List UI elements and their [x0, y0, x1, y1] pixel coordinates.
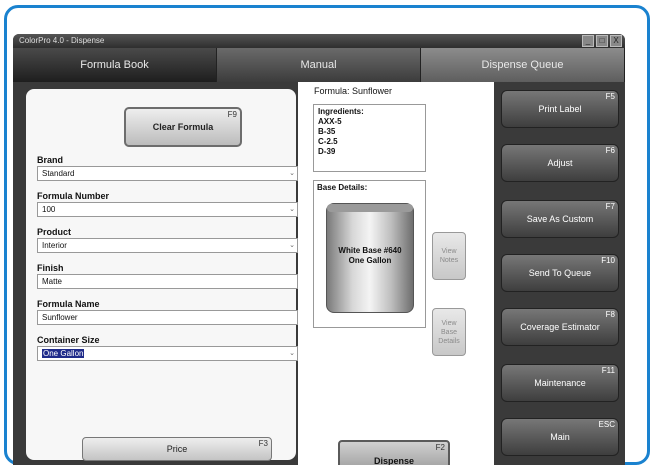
base-label: White Base #640 One Gallon [327, 246, 413, 266]
brand-label: Brand [37, 155, 64, 165]
clear-formula-label: Clear Formula [152, 122, 214, 132]
formula-number-select[interactable]: 100 ⌄ [37, 202, 298, 217]
formula-title: Formula: Sunflower [314, 86, 393, 96]
tab-dispense-queue[interactable]: Dispense Queue [421, 48, 625, 82]
ingredients-box: Ingredients: AXX-5 B-35 C-2.5 D-39 [313, 104, 426, 172]
ingredient-item: B-35 [318, 127, 336, 136]
paint-can-rim [327, 204, 413, 212]
formula-name-label: Formula Name [37, 299, 100, 309]
maintenance-button[interactable]: Maintenance F11 [501, 364, 619, 402]
product-select[interactable]: Interior ⌄ [37, 238, 298, 253]
coverage-estimator-label: Coverage Estimator [520, 322, 600, 332]
main-button[interactable]: Main ESC [501, 418, 619, 456]
dispense-hotkey: F2 [435, 443, 445, 452]
coverage-estimator-button[interactable]: Coverage Estimator F8 [501, 308, 619, 346]
product-label: Product [37, 227, 72, 237]
container-size-label: Container Size [37, 335, 100, 345]
formula-name-value: Sunflower [42, 313, 78, 322]
chevron-down-icon: ⌄ [289, 242, 295, 249]
maintenance-label: Maintenance [534, 378, 586, 388]
minimize-button[interactable]: _ [582, 35, 594, 47]
brand-value: Standard [42, 169, 75, 178]
print-label-label: Print Label [538, 104, 582, 114]
product-value: Interior [42, 241, 67, 250]
save-as-custom-label: Save As Custom [526, 214, 594, 224]
adjust-label: Adjust [547, 158, 573, 168]
formula-details-panel: Formula: Sunflower Ingredients: AXX-5 B-… [298, 82, 494, 465]
send-to-queue-button[interactable]: Send To Queue F10 [501, 254, 619, 292]
brand-select[interactable]: Standard ⌄ [37, 166, 298, 181]
clear-formula-hotkey: F9 [227, 110, 237, 119]
send-to-queue-label: Send To Queue [528, 268, 592, 278]
coverage-estimator-hotkey: F8 [605, 310, 615, 319]
window-controls: _ □ X [582, 35, 622, 47]
formula-form-panel: Clear Formula F9 Brand Standard ⌄ Formul… [24, 87, 298, 462]
formula-name-field[interactable]: Sunflower [37, 310, 298, 325]
title-bar: ColorPro 4.0 - Dispense _ □ X [13, 34, 625, 48]
finish-field[interactable]: Matte [37, 274, 298, 289]
paint-can-image: White Base #640 One Gallon [326, 203, 414, 313]
formula-number-label: Formula Number [37, 191, 110, 201]
base-details-title: Base Details: [317, 183, 368, 192]
container-size-select[interactable]: One Gallon ⌄ [37, 346, 298, 361]
view-base-details-button[interactable]: View Base Details [432, 308, 466, 356]
container-size-value: One Gallon [42, 349, 85, 358]
ingredient-item: D-39 [318, 147, 336, 156]
dispense-label: Dispense [373, 456, 415, 465]
tab-manual[interactable]: Manual [217, 48, 421, 82]
send-to-queue-hotkey: F10 [601, 256, 615, 265]
maximize-button[interactable]: □ [596, 35, 608, 47]
maintenance-hotkey: F11 [601, 366, 615, 375]
window-title: ColorPro 4.0 - Dispense [19, 36, 105, 45]
price-button[interactable]: Price F3 [82, 437, 272, 461]
ingredient-item: C-2.5 [318, 137, 338, 146]
main-tabs: Formula Book Manual Dispense Queue [13, 48, 625, 82]
formula-number-value: 100 [42, 205, 56, 214]
adjust-hotkey: F6 [605, 146, 615, 155]
finish-value: Matte [42, 277, 63, 286]
ingredients-title: Ingredients: [318, 107, 364, 116]
main-label: Main [550, 432, 570, 442]
finish-label: Finish [37, 263, 64, 273]
close-button[interactable]: X [610, 35, 622, 47]
price-hotkey: F3 [258, 439, 268, 448]
adjust-button[interactable]: Adjust F6 [501, 144, 619, 182]
save-as-custom-hotkey: F7 [605, 202, 615, 211]
chevron-down-icon: ⌄ [289, 206, 295, 213]
view-notes-button[interactable]: View Notes [432, 232, 466, 280]
print-label-hotkey: F5 [605, 92, 615, 101]
dispense-button[interactable]: Dispense F2 [338, 440, 450, 465]
base-size: One Gallon [348, 256, 392, 265]
ingredient-item: AXX-5 [318, 117, 342, 126]
main-hotkey: ESC [598, 420, 615, 429]
base-name: White Base #640 [338, 246, 402, 255]
print-label-button[interactable]: Print Label F5 [501, 90, 619, 128]
chevron-down-icon: ⌄ [289, 350, 295, 357]
app-window: ColorPro 4.0 - Dispense _ □ X Formula Bo… [13, 34, 625, 465]
base-details-box: Base Details: White Base #640 One Gallon [313, 180, 426, 328]
save-as-custom-button[interactable]: Save As Custom F7 [501, 200, 619, 238]
chevron-down-icon: ⌄ [289, 170, 295, 177]
tab-formula-book[interactable]: Formula Book [13, 48, 217, 82]
clear-formula-button[interactable]: Clear Formula F9 [124, 107, 242, 147]
price-label: Price [166, 444, 188, 454]
